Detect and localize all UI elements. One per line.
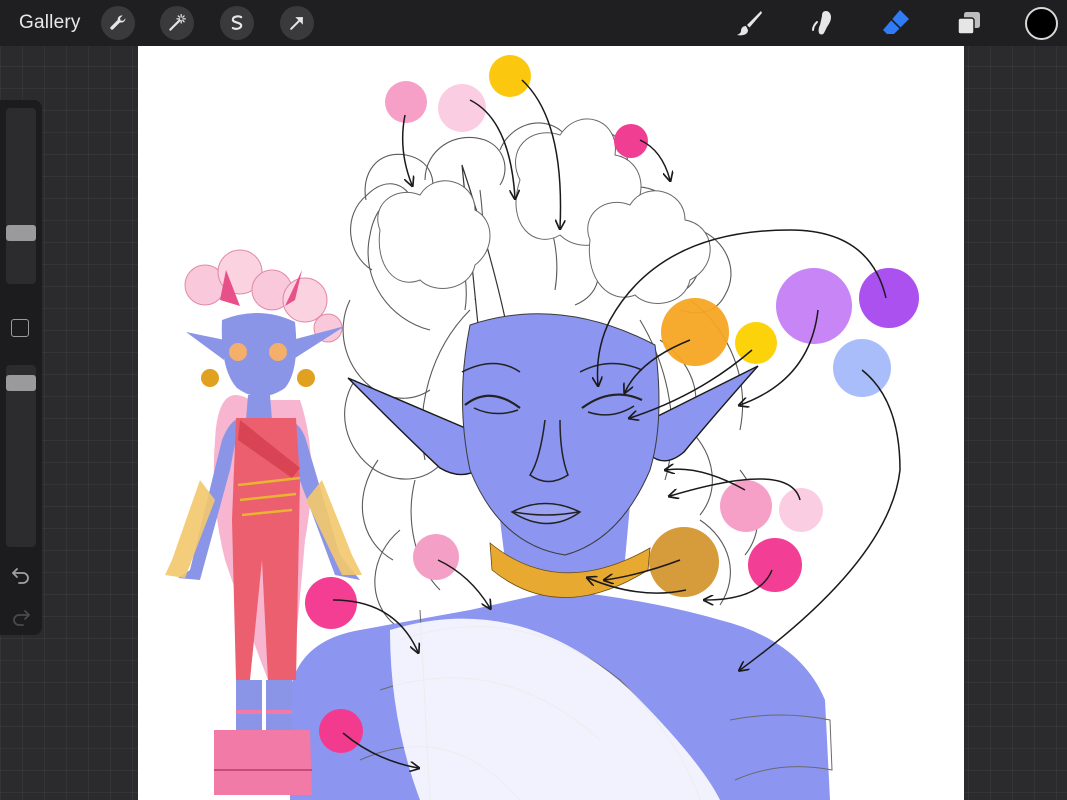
smudge-icon <box>812 11 831 35</box>
smudge-tool-button[interactable] <box>805 5 841 41</box>
brush-tool-button[interactable] <box>731 5 767 41</box>
swatch-magenta-2 <box>748 538 802 592</box>
swatch-yellow <box>489 55 531 97</box>
swatch-magenta-4 <box>319 709 363 753</box>
left-sidebar <box>0 100 42 635</box>
left-ear <box>347 377 479 476</box>
swatch-purple <box>859 268 919 328</box>
swatch-pink-2 <box>720 480 772 532</box>
magic-wand-icon <box>169 14 186 31</box>
swatch-blush-2 <box>779 488 823 532</box>
swatch-magenta-3 <box>305 577 357 629</box>
swatch-pink-light <box>385 81 427 123</box>
layers-icon <box>957 12 980 35</box>
brush-icon <box>737 11 762 36</box>
selection-button[interactable] <box>220 6 254 40</box>
opacity-slider[interactable] <box>6 365 36 547</box>
transform-button[interactable] <box>280 6 314 40</box>
wrench-icon <box>110 15 126 30</box>
undo-icon[interactable] <box>10 565 32 585</box>
gallery-button[interactable]: Gallery <box>19 12 81 34</box>
swatch-gold <box>649 527 719 597</box>
color-picker-button[interactable] <box>1025 7 1058 40</box>
swatch-yellow-2 <box>735 322 777 364</box>
transform-arrow-icon <box>290 17 303 30</box>
brush-size-slider[interactable] <box>6 108 36 284</box>
opacity-thumb[interactable] <box>6 374 36 391</box>
swatch-blush <box>438 84 486 132</box>
layers-button[interactable] <box>951 5 987 41</box>
brush-size-thumb[interactable] <box>6 224 36 241</box>
adjustments-button[interactable] <box>160 6 194 40</box>
swatch-light-blue <box>833 339 891 397</box>
drawing-canvas[interactable] <box>138 46 964 800</box>
top-toolbar: Gallery <box>0 0 1067 46</box>
selection-icon <box>231 15 243 30</box>
eraser-tool-button[interactable] <box>878 5 914 41</box>
swatch-pink-3 <box>413 534 459 580</box>
modify-button[interactable] <box>11 319 29 337</box>
actions-button[interactable] <box>101 6 135 40</box>
redo-icon[interactable] <box>10 607 32 627</box>
flower-crown <box>377 118 711 304</box>
artwork <box>165 55 919 800</box>
eraser-icon <box>883 10 909 34</box>
swatch-orange <box>661 298 729 366</box>
